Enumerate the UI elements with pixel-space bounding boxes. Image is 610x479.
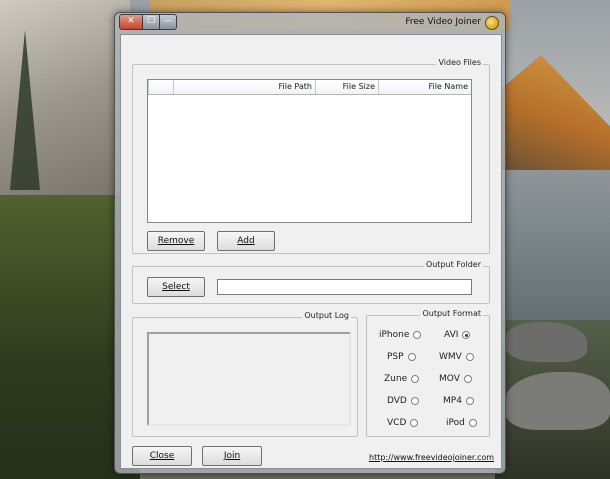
output-log-group: Output Log [132, 311, 358, 437]
radio-wmv-circle[interactable] [465, 353, 474, 361]
output-log-legend: Output Log [302, 311, 351, 320]
radio-wmv-label: WMV [439, 352, 462, 362]
output-folder-legend: Output Folder [423, 260, 483, 269]
radio-psp[interactable]: PSP [387, 352, 416, 362]
app-window: ✕ ☐ — Free Video Joiner Video Files File… [114, 12, 506, 474]
list-header: File Path File Size File Name [148, 80, 471, 95]
radio-ipod-label: iPod [446, 418, 465, 428]
radio-mov-circle[interactable] [463, 375, 472, 383]
output-format-legend: Output Format [420, 309, 483, 318]
close-window-button[interactable]: ✕ [119, 14, 143, 30]
output-log-textarea[interactable] [147, 332, 351, 426]
radio-mp4-circle[interactable] [465, 397, 474, 405]
radio-zune-circle[interactable] [411, 375, 420, 383]
maximize-button[interactable]: ☐ [142, 14, 160, 30]
wallpaper-lake [495, 170, 610, 340]
radio-psp-label: PSP [387, 352, 404, 362]
radio-ipod[interactable]: iPod [446, 418, 477, 428]
column-header-file-size[interactable]: File Size [315, 80, 378, 94]
website-link[interactable]: http://www.freevideojoiner.com [369, 453, 494, 462]
radio-avi-circle[interactable] [462, 331, 471, 339]
radio-vcd-circle[interactable] [410, 419, 419, 427]
radio-dvd[interactable]: DVD [387, 396, 419, 406]
close-button-label: Close [149, 451, 175, 461]
output-folder-group: Output Folder Select [132, 260, 490, 304]
wallpaper-rock [505, 322, 587, 362]
radio-zune-label: Zune [384, 374, 408, 384]
add-button[interactable]: Add [217, 231, 275, 251]
radio-vcd[interactable]: VCD [387, 418, 419, 428]
video-files-list[interactable]: File Path File Size File Name [147, 79, 472, 223]
select-button-label: Select [162, 282, 190, 292]
radio-dvd-circle[interactable] [410, 397, 419, 405]
radio-wmv[interactable]: WMV [439, 352, 474, 362]
output-format-group: Output Format iPhone AVI PSP WMV Zune MO… [366, 309, 490, 437]
remove-button-label: Remove [157, 236, 195, 246]
join-button[interactable]: Join [202, 446, 262, 466]
output-folder-input[interactable] [217, 279, 472, 295]
radio-zune[interactable]: Zune [384, 374, 420, 384]
window-client-area: Video Files File Path File Size File Nam… [120, 34, 502, 469]
video-files-legend: Video Files [436, 58, 483, 67]
video-files-group: Video Files File Path File Size File Nam… [132, 58, 490, 254]
radio-mov-label: MOV [439, 374, 460, 384]
title-bar[interactable]: ✕ ☐ — Free Video Joiner [115, 13, 505, 33]
radio-dvd-label: DVD [387, 396, 407, 406]
radio-mp4-label: MP4 [443, 396, 462, 406]
radio-iphone[interactable]: iPhone [379, 330, 422, 340]
select-folder-button[interactable]: Select [147, 277, 205, 297]
join-button-label: Join [223, 451, 241, 461]
radio-ipod-circle[interactable] [468, 419, 477, 427]
column-header-file-path[interactable]: File Path [173, 80, 315, 94]
wallpaper-rock [505, 372, 610, 430]
app-logo-icon [485, 16, 499, 30]
radio-mov[interactable]: MOV [439, 374, 472, 384]
close-button[interactable]: Close [132, 446, 192, 466]
radio-avi-label: AVI [444, 330, 459, 340]
radio-iphone-circle[interactable] [413, 331, 422, 339]
radio-vcd-label: VCD [387, 418, 407, 428]
column-header-file-name[interactable]: File Name [378, 80, 471, 94]
window-title: Free Video Joiner [405, 17, 481, 27]
remove-button[interactable]: Remove [147, 231, 205, 251]
list-column-spacer [148, 80, 173, 94]
radio-psp-circle[interactable] [407, 353, 416, 361]
add-button-label: Add [237, 236, 255, 246]
radio-avi[interactable]: AVI [444, 330, 471, 340]
radio-iphone-label: iPhone [379, 330, 410, 340]
minimize-button[interactable]: — [159, 14, 177, 30]
radio-mp4[interactable]: MP4 [443, 396, 474, 406]
